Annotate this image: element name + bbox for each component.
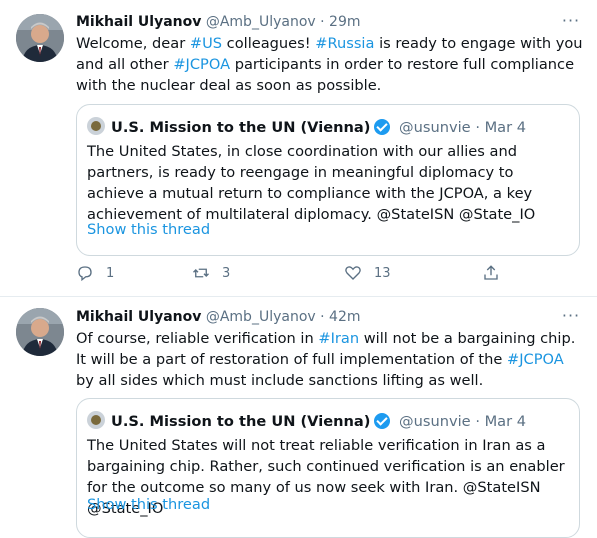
share-icon [484, 265, 498, 280]
mission-seal-avatar [87, 117, 105, 135]
verified-badge-icon [374, 119, 391, 135]
retweet-button[interactable]: 3 [192, 263, 230, 283]
verified-badge-icon [374, 413, 391, 429]
tweet-actions: 1 3 13 [76, 263, 516, 283]
author-name[interactable]: Mikhail Ulyanov [76, 14, 201, 30]
reply-count: 1 [106, 265, 115, 281]
text-segment: by all sides which must include sanction… [76, 372, 484, 389]
show-thread-link[interactable]: Show this thread [87, 221, 210, 238]
timestamp[interactable]: 42m [329, 309, 360, 325]
tweet-text: Welcome, dear #US colleagues! #Russia is… [76, 33, 586, 96]
author-handle[interactable]: @Amb_Ulyanov [206, 14, 316, 30]
quoted-tweet[interactable]: U.S. Mission to the UN (Vienna) @usunvie… [76, 398, 580, 538]
tweet-header: Mikhail Ulyanov @Amb_Ulyanov · 29m [76, 12, 360, 32]
like-count: 13 [374, 265, 391, 281]
timestamp[interactable]: 29m [329, 14, 360, 30]
hashtag-link[interactable]: #US [190, 35, 222, 52]
quoted-tweet[interactable]: U.S. Mission to the UN (Vienna) @usunvie… [76, 104, 580, 256]
reply-icon [78, 266, 92, 282]
retweet-count: 3 [222, 265, 231, 281]
hashtag-link[interactable]: #Iran [318, 330, 359, 347]
share-button[interactable] [482, 263, 500, 283]
quoted-tweet-header: U.S. Mission to the UN (Vienna) @usunvie… [87, 117, 526, 139]
separator-dot: · [475, 119, 480, 136]
quoted-date: Mar 4 [484, 413, 527, 430]
quoted-author-name: U.S. Mission to the UN (Vienna) [111, 413, 371, 430]
more-options-icon[interactable]: ··· [558, 13, 584, 34]
author-name[interactable]: Mikhail Ulyanov [76, 309, 201, 325]
quoted-tweet-header: U.S. Mission to the UN (Vienna) @usunvie… [87, 411, 526, 433]
hashtag-link[interactable]: #Russia [315, 35, 374, 52]
more-options-icon[interactable]: ··· [558, 308, 584, 329]
quoted-tweet-text: The United States, in close coordination… [87, 143, 536, 223]
reply-button[interactable]: 1 [76, 263, 114, 283]
heart-icon [345, 266, 361, 280]
separator-dot: · [320, 14, 325, 30]
text-segment: Welcome, dear [76, 35, 190, 52]
quoted-author-name: U.S. Mission to the UN (Vienna) [111, 119, 371, 136]
quoted-author-handle: @usunvie [399, 119, 471, 136]
author-handle[interactable]: @Amb_Ulyanov [206, 309, 316, 325]
separator-dot: · [320, 309, 325, 325]
hashtag-link[interactable]: #JCPOA [173, 56, 230, 73]
quoted-date: Mar 4 [484, 119, 527, 136]
avatar[interactable] [16, 308, 64, 356]
separator-dot: · [475, 413, 480, 430]
mission-seal-avatar [87, 411, 105, 429]
tweet-text: Of course, reliable verification in #Ira… [76, 328, 586, 391]
tweet-header: Mikhail Ulyanov @Amb_Ulyanov · 42m [76, 307, 360, 327]
tweet[interactable]: Mikhail Ulyanov @Amb_Ulyanov · 42m ··· O… [0, 297, 597, 538]
show-thread-link[interactable]: Show this thread [87, 496, 210, 513]
hashtag-link[interactable]: #JCPOA [507, 351, 564, 368]
retweet-icon [193, 268, 209, 278]
tweet[interactable]: Mikhail Ulyanov @Amb_Ulyanov · 29m ··· W… [0, 0, 597, 296]
text-segment: colleagues! [222, 35, 316, 52]
quoted-author-handle: @usunvie [399, 413, 471, 430]
avatar[interactable] [16, 14, 64, 62]
like-button[interactable]: 13 [344, 263, 391, 283]
text-segment: Of course, reliable verification in [76, 330, 319, 347]
